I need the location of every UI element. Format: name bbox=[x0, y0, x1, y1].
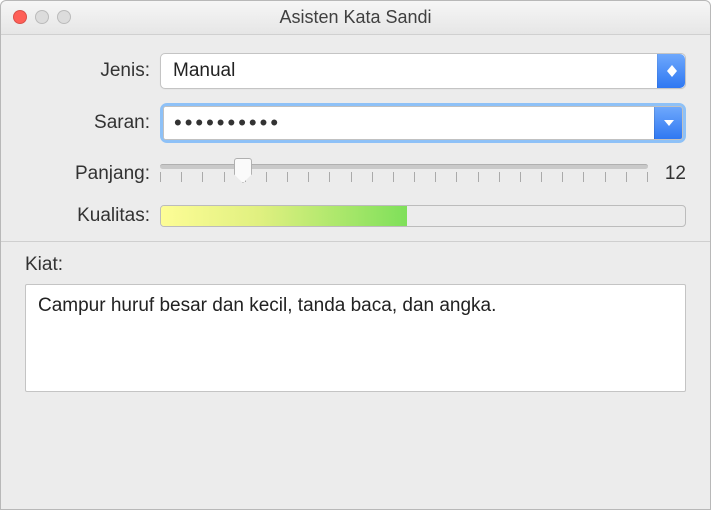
separator bbox=[1, 241, 710, 242]
content: Jenis: Manual Saran: bbox=[1, 35, 710, 406]
tips-text: Campur huruf besar dan kecil, tanda baca… bbox=[38, 295, 496, 316]
suggestion-field bbox=[160, 103, 686, 143]
titlebar: Asisten Kata Sandi bbox=[1, 1, 710, 35]
suggestion-row: Saran: bbox=[25, 103, 686, 143]
length-slider-wrap: 12 bbox=[160, 157, 686, 191]
tips-box: Campur huruf besar dan kecil, tanda baca… bbox=[25, 284, 686, 392]
length-row: Panjang: 12 bbox=[25, 157, 686, 191]
length-slider[interactable] bbox=[160, 157, 648, 191]
suggestion-label: Saran: bbox=[25, 112, 160, 134]
tips-label: Kiat: bbox=[25, 254, 686, 276]
type-field: Manual bbox=[160, 53, 686, 89]
suggestion-dropdown-button[interactable] bbox=[654, 107, 682, 139]
window-title: Asisten Kata Sandi bbox=[279, 7, 431, 28]
type-row: Jenis: Manual bbox=[25, 53, 686, 89]
zoom-icon bbox=[57, 10, 71, 24]
suggestion-combo bbox=[163, 106, 683, 140]
type-select-value: Manual bbox=[173, 60, 235, 82]
slider-track bbox=[160, 164, 648, 169]
dropdown-stepper-icon bbox=[657, 54, 685, 88]
password-assistant-window: Asisten Kata Sandi Jenis: Manual Saran: bbox=[0, 0, 711, 510]
chevron-down-icon bbox=[664, 120, 674, 126]
quality-row: Kualitas: bbox=[25, 205, 686, 227]
minimize-icon bbox=[35, 10, 49, 24]
quality-meter bbox=[160, 205, 686, 227]
suggestion-input[interactable] bbox=[164, 107, 653, 139]
quality-label: Kualitas: bbox=[25, 205, 160, 227]
type-select[interactable]: Manual bbox=[160, 53, 686, 89]
slider-ticks bbox=[160, 172, 648, 182]
quality-fill bbox=[161, 206, 407, 226]
length-label: Panjang: bbox=[25, 163, 160, 185]
close-icon[interactable] bbox=[13, 10, 27, 24]
window-controls bbox=[13, 10, 71, 24]
length-value: 12 bbox=[648, 163, 686, 185]
suggestion-focus-ring bbox=[160, 103, 686, 143]
type-label: Jenis: bbox=[25, 60, 160, 82]
